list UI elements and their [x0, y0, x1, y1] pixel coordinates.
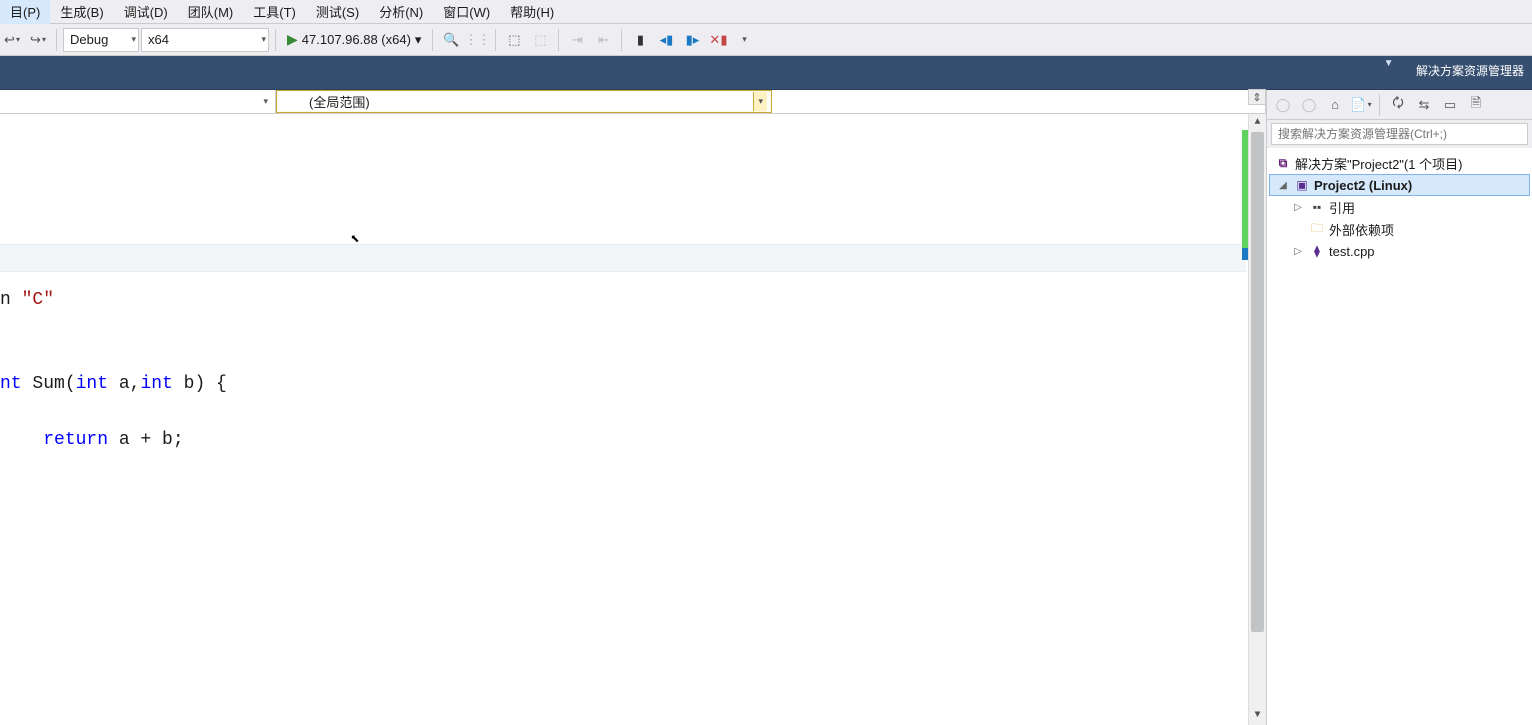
solution-explorer-title: 解决方案资源管理器: [1408, 56, 1532, 85]
outdent-icon[interactable]: ⇤: [591, 28, 615, 52]
scroll-up-icon[interactable]: ▲: [1249, 114, 1266, 132]
chevron-down-icon: ▾: [415, 32, 422, 48]
menu-window[interactable]: 窗口(W): [433, 0, 500, 24]
nav-scope-label: (全局范围): [285, 92, 370, 111]
nav-member-dropdown[interactable]: ▾: [772, 90, 1266, 113]
standard-toolbar: ↩▾ ↪▾ Debug ▾ x64 ▾ ▶ 47.107.96.88 (x64)…: [0, 24, 1532, 56]
toolbar-separator: [275, 29, 276, 51]
play-icon: ▶: [287, 31, 298, 48]
project-icon: ▣: [1294, 177, 1310, 193]
references-icon: ▪▪: [1309, 199, 1325, 215]
platform-dropdown[interactable]: x64 ▾: [141, 28, 269, 52]
solution-explorer-search: [1267, 120, 1532, 148]
references-node[interactable]: ▷ ▪▪ 引用: [1269, 196, 1530, 218]
source-file-label: test.cpp: [1329, 244, 1375, 259]
change-marker-caret: [1242, 248, 1248, 260]
toolbar-separator: [432, 29, 433, 51]
comment-icon[interactable]: ⬚: [502, 28, 526, 52]
references-label: 引用: [1329, 198, 1355, 217]
indent-icon[interactable]: ⇥: [565, 28, 589, 52]
toolbar-separator: [495, 29, 496, 51]
panel-titlebar[interactable]: 解决方案资源管理器: [1400, 56, 1532, 90]
toolbar-separator: [558, 29, 559, 51]
config-dropdown[interactable]: Debug ▾: [63, 28, 139, 52]
main-area: ⇕ ▾ (全局范围) ▾ ▾ n "C" nt Sum(int a,int b)…: [0, 90, 1532, 725]
editor-column: ⇕ ▾ (全局范围) ▾ ▾ n "C" nt Sum(int a,int b)…: [0, 90, 1267, 725]
forward-icon[interactable]: ◯: [1297, 93, 1321, 117]
show-all-icon[interactable]: ▭: [1438, 93, 1462, 117]
menu-debug[interactable]: 调试(D): [114, 0, 178, 24]
nav-back-button[interactable]: ↩▾: [0, 28, 24, 52]
change-marker-saved: [1242, 130, 1248, 248]
scroll-down-icon[interactable]: ▼: [1249, 707, 1266, 725]
step-icon[interactable]: ⋮⋮: [465, 28, 489, 52]
menu-help[interactable]: 帮助(H): [500, 0, 564, 24]
cpp-file-icon: ⧫: [1309, 243, 1325, 259]
back-icon[interactable]: ◯: [1271, 93, 1295, 117]
toolbar-separator: [621, 29, 622, 51]
nav-project-dropdown[interactable]: ▾: [0, 90, 276, 113]
menu-bar: 目(P) 生成(B) 调试(D) 团队(M) 工具(T) 测试(S) 分析(N)…: [0, 0, 1532, 24]
toolbar-separator: [56, 29, 57, 51]
external-deps-label: 外部依赖项: [1329, 220, 1394, 239]
menu-test[interactable]: 测试(S): [306, 0, 369, 24]
chevron-down-icon: ▾: [260, 96, 271, 107]
editor-nav-bar: ▾ (全局范围) ▾ ▾: [0, 90, 1266, 114]
expander-closed-icon[interactable]: ▷: [1291, 246, 1305, 257]
solution-explorer-panel: ◯ ◯ ⌂ 📄▾ 🗘 ⇆ ▭ 🗎 ⧉ 解决方案"Project2"(1 个项目): [1267, 90, 1532, 725]
external-deps-node[interactable]: 🗀 外部依赖项: [1269, 218, 1530, 240]
project-label: Project2 (Linux): [1314, 178, 1412, 193]
properties-icon[interactable]: 🗎: [1464, 93, 1488, 117]
start-debug-button[interactable]: ▶ 47.107.96.88 (x64) ▾: [282, 28, 426, 52]
menu-tools[interactable]: 工具(T): [243, 0, 306, 24]
nav-scope-dropdown[interactable]: (全局范围) ▾: [276, 90, 772, 113]
chevron-down-icon: ▾: [753, 91, 767, 112]
solution-tree[interactable]: ⧉ 解决方案"Project2"(1 个项目) ◢ ▣ Project2 (Li…: [1267, 148, 1532, 725]
active-files-dropdown-icon[interactable]: ▼: [1378, 56, 1400, 71]
code-content[interactable]: n "C" nt Sum(int a,int b) { return a + b…: [0, 258, 1266, 538]
platform-label: x64: [148, 32, 169, 47]
menu-team[interactable]: 团队(M): [178, 0, 244, 24]
debug-target-label: 47.107.96.88 (x64): [302, 32, 411, 47]
code-editor[interactable]: n "C" nt Sum(int a,int b) { return a + b…: [0, 114, 1266, 725]
split-window-icon[interactable]: ⇕: [1248, 89, 1266, 105]
config-label: Debug: [70, 32, 108, 47]
project-node[interactable]: ◢ ▣ Project2 (Linux): [1269, 174, 1530, 196]
toolbar-overflow-icon[interactable]: ▾: [732, 28, 756, 52]
find-in-files-icon[interactable]: 🔍: [439, 28, 463, 52]
bookmark-icon[interactable]: ▮: [628, 28, 652, 52]
expander-closed-icon[interactable]: ▷: [1291, 202, 1305, 213]
uncomment-icon[interactable]: ⬚: [528, 28, 552, 52]
document-tab-strip[interactable]: ▼: [0, 56, 1400, 90]
solution-label: 解决方案"Project2"(1 个项目): [1295, 154, 1462, 173]
source-file-node[interactable]: ▷ ⧫ test.cpp: [1269, 240, 1530, 262]
solution-node[interactable]: ⧉ 解决方案"Project2"(1 个项目): [1269, 152, 1530, 174]
prev-bookmark-icon[interactable]: ◂▮: [654, 28, 678, 52]
refresh-icon[interactable]: 🗘: [1386, 93, 1410, 117]
solution-explorer-toolbar: ◯ ◯ ⌂ 📄▾ 🗘 ⇆ ▭ 🗎: [1267, 90, 1532, 120]
toolbar-separator: [1379, 94, 1380, 116]
solution-explorer-search-input[interactable]: [1271, 123, 1528, 145]
nav-fwd-button[interactable]: ↪▾: [26, 28, 50, 52]
expander-open-icon[interactable]: ◢: [1276, 180, 1290, 191]
sync-doc-icon[interactable]: 📄▾: [1349, 93, 1373, 117]
folder-icon: 🗀: [1309, 221, 1325, 237]
solution-icon: ⧉: [1275, 155, 1291, 171]
menu-build[interactable]: 生成(B): [50, 0, 113, 24]
menu-project[interactable]: 目(P): [0, 0, 50, 24]
chevron-down-icon: ▾: [125, 34, 136, 45]
menu-analyze[interactable]: 分析(N): [369, 0, 433, 24]
document-well: ▼ 解决方案资源管理器: [0, 56, 1532, 90]
home-icon[interactable]: ⌂: [1323, 93, 1347, 117]
clear-bookmark-icon[interactable]: ✕▮: [706, 28, 730, 52]
next-bookmark-icon[interactable]: ▮▸: [680, 28, 704, 52]
chevron-down-icon: ▾: [255, 34, 266, 45]
collapse-all-icon[interactable]: ⇆: [1412, 93, 1436, 117]
